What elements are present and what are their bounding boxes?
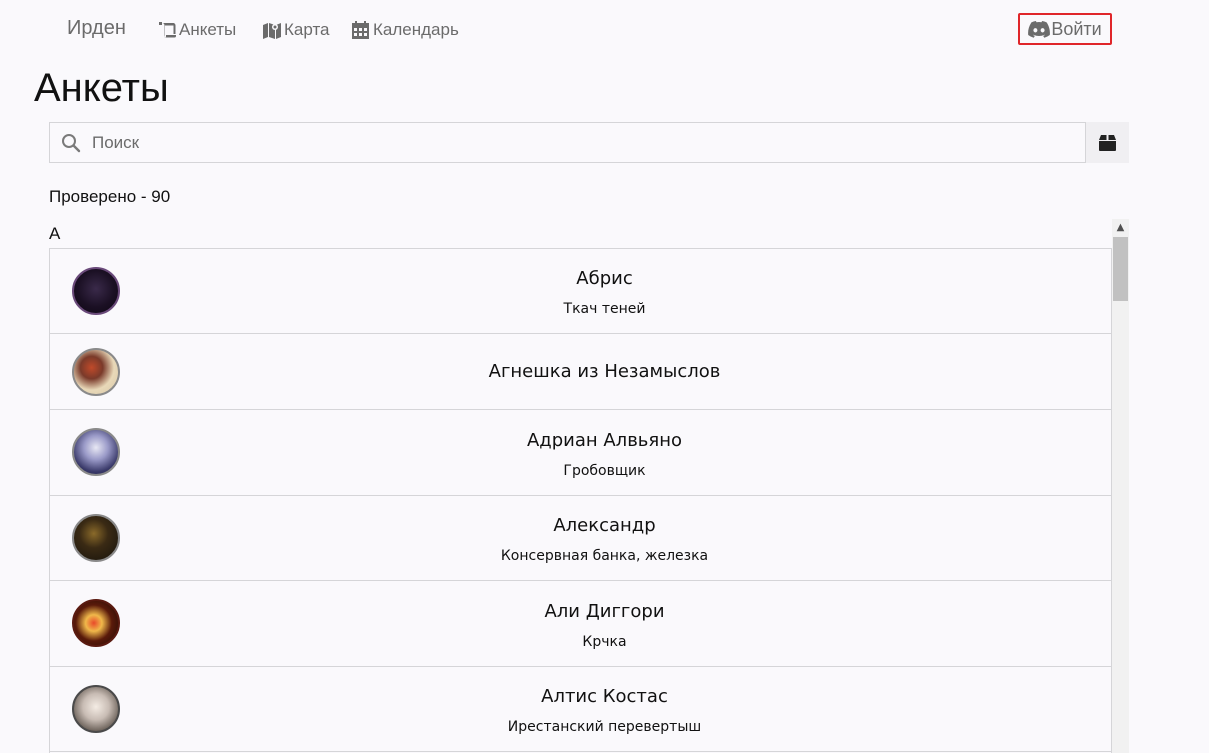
character-name: Абрис <box>576 268 633 289</box>
character-name: Александр <box>553 515 656 536</box>
navbar: Ирден Анкеты Карта Календарь Войти <box>0 0 1209 60</box>
character-subtitle: Ирестанский перевертыш <box>507 719 702 735</box>
scroll-up-arrow-icon[interactable]: ▲ <box>1112 219 1129 236</box>
map-icon <box>263 23 281 39</box>
page-title: Анкеты <box>34 66 169 110</box>
nav-link-label: Карта <box>284 20 330 39</box>
character-list: Абрис Ткач теней Агнешка из Незамыслов А… <box>49 248 1112 753</box>
nav-link-label: Анкеты <box>179 20 237 39</box>
list-item[interactable]: Александр Консервная банка, железка <box>49 495 1112 581</box>
scrollbar[interactable]: ▲ <box>1112 219 1129 753</box>
brand-link[interactable]: Ирден <box>67 17 126 40</box>
character-subtitle: Гробовщик <box>563 463 646 479</box>
archive-button[interactable] <box>1086 122 1129 163</box>
box-icon <box>1099 134 1116 151</box>
group-letter: А <box>49 224 61 243</box>
list-item[interactable]: Адриан Алвьяно Гробовщик <box>49 409 1112 496</box>
list-item[interactable]: Агнешка из Незамыслов <box>49 333 1112 410</box>
character-name: Алтис Костас <box>541 686 668 707</box>
character-name: Агнешка из Незамыслов <box>488 361 721 382</box>
scroll-thumb[interactable] <box>1113 237 1128 301</box>
nav-link-ankety[interactable]: Анкеты <box>157 19 236 41</box>
list-item[interactable]: Алтис Костас Ирестанский перевертыш <box>49 666 1112 752</box>
nav-link-map[interactable]: Карта <box>262 19 330 41</box>
login-label: Войти <box>1051 18 1102 39</box>
character-subtitle: Крчка <box>582 634 627 650</box>
search-input[interactable] <box>92 124 1052 161</box>
character-subtitle: Ткач теней <box>563 301 646 317</box>
checked-count: Проверено - 90 <box>49 187 171 206</box>
calendar-icon <box>352 21 369 39</box>
discord-icon <box>1028 20 1051 38</box>
login-button[interactable]: Войти <box>1018 13 1112 45</box>
character-name: Адриан Алвьяно <box>526 430 683 451</box>
nav-link-calendar[interactable]: Календарь <box>351 19 459 41</box>
list-item[interactable]: Али Диггори Крчка <box>49 580 1112 667</box>
scroll-icon <box>159 22 176 38</box>
search-icon <box>62 133 81 152</box>
character-name: Али Диггори <box>544 601 665 622</box>
list-item[interactable]: Абрис Ткач теней <box>49 248 1112 334</box>
nav-link-label: Календарь <box>373 20 459 39</box>
character-subtitle: Консервная банка, железка <box>500 548 709 564</box>
search-box <box>49 122 1086 163</box>
